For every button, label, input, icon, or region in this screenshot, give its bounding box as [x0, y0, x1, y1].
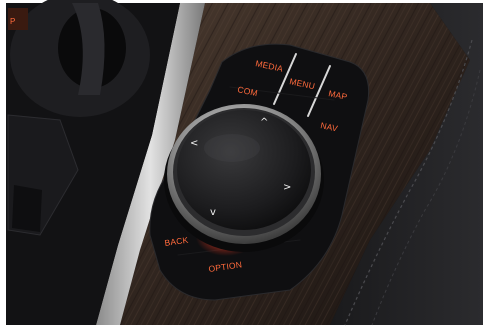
console-illustration: P ^ v < > MEDIA MENU MAP COM NAV BACK OP…	[0, 0, 489, 329]
controller-knob[interactable]	[164, 104, 324, 252]
knob-left-arrow: <	[190, 138, 198, 149]
photo-area: P ^ v < > MEDIA MENU MAP COM NAV BACK OP…	[6, 0, 483, 326]
svg-text:P: P	[10, 17, 15, 26]
knob-down-arrow: v	[210, 207, 216, 218]
knob-right-arrow: >	[283, 182, 291, 193]
knob-up-arrow: ^	[260, 117, 268, 128]
console-photo: P ^ v < > MEDIA MENU MAP COM NAV BACK OP…	[0, 0, 489, 329]
